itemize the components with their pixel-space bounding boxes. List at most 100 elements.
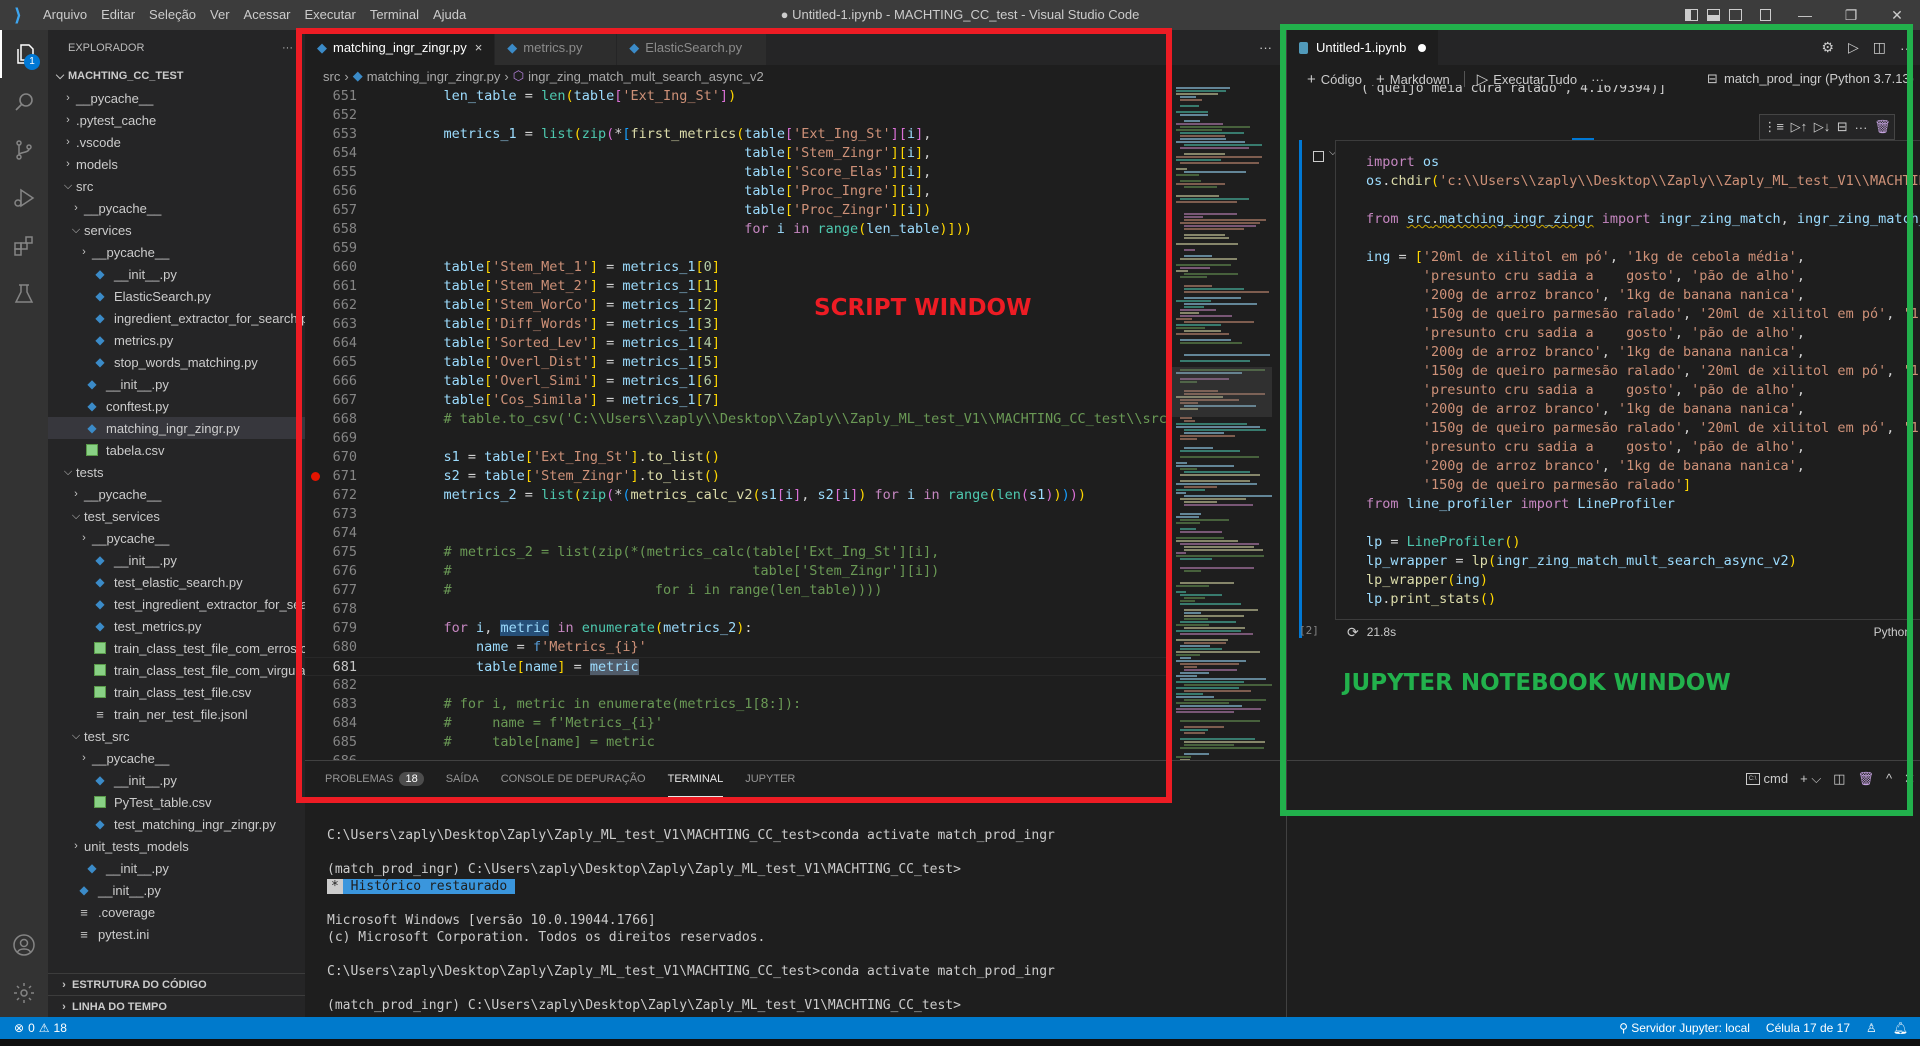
tree-folder[interactable]: ⌵ tests [48, 461, 305, 483]
line-number[interactable]: 655 [305, 163, 357, 182]
code-editor[interactable]: 651 len_table = len(table['Ext_Ing_St'])… [305, 87, 1172, 793]
line-number[interactable]: 659 [305, 239, 357, 258]
more-actions-icon[interactable]: ··· [1900, 40, 1914, 56]
tree-folder[interactable]: ⌵ services [48, 219, 305, 241]
tab-untitled-ipynb[interactable]: Untitled-1.ipynb [1287, 30, 1439, 65]
code-line[interactable]: 684 # name = f'Metrics_{i}' [305, 714, 1172, 733]
line-number[interactable]: 674 [305, 524, 357, 543]
line-number[interactable]: 670 [305, 448, 357, 467]
line-number[interactable]: 651 [305, 87, 357, 106]
tree-folder[interactable]: › __pycache__ [48, 197, 305, 219]
code-line[interactable]: 670 s1 = table['Ext_Ing_St'].to_list() [305, 448, 1172, 467]
tree-folder[interactable]: › .vscode [48, 131, 305, 153]
workspace-root[interactable]: ⌵ MACHTING_CC_TEST [48, 65, 305, 87]
code-line[interactable]: 679 for i, metric in enumerate(metrics_2… [305, 619, 1172, 638]
tree-file[interactable]: train_class_test_file_com_erros.csv [48, 637, 305, 659]
split-editor-icon[interactable]: ◫ [1873, 39, 1886, 56]
line-number[interactable]: 675 [305, 543, 357, 562]
tree-file[interactable]: ◆ test_ingredient_extractor_for_searc... [48, 593, 305, 615]
tree-file[interactable]: ≡ pytest.ini [48, 923, 305, 945]
line-number[interactable]: 680 [305, 638, 357, 657]
tree-folder[interactable]: › __pycache__ [48, 747, 305, 769]
code-line[interactable]: 659 [305, 239, 1172, 258]
tree-file[interactable]: ≡ train_ner_test_file.jsonl [48, 703, 305, 725]
code-line[interactable]: 666 table['Overl_Simi'] = metrics_1[6] [305, 372, 1172, 391]
close-panel-icon[interactable]: ✕ [1904, 771, 1915, 787]
restore-button[interactable]: ❐ [1828, 0, 1874, 30]
code-line[interactable]: 660 table['Stem_Met_1'] = metrics_1[0] [305, 258, 1172, 277]
line-number[interactable]: 656 [305, 182, 357, 201]
code-line[interactable]: 654 table['Stem_Zingr'][i], [305, 144, 1172, 163]
cell-select-checkbox[interactable] [1313, 151, 1324, 162]
tree-file[interactable]: ◆ __init__.py [48, 263, 305, 285]
line-number[interactable]: 652 [305, 106, 357, 125]
tree-file[interactable]: ◆ stop_words_matching.py [48, 351, 305, 373]
panel-tab-output[interactable]: SAÍDA [446, 761, 479, 797]
menu-ver[interactable]: Ver [203, 0, 237, 30]
code-line[interactable]: 683 # for i, metric in enumerate(metrics… [305, 695, 1172, 714]
code-line[interactable]: 675 # metrics_2 = list(zip(*(metrics_cal… [305, 543, 1172, 562]
code-line[interactable]: 656 table['Proc_Ingre'][i], [305, 182, 1172, 201]
breadcrumb-file[interactable]: matching_ingr_zingr.py [367, 69, 501, 84]
source-control-activity[interactable] [0, 126, 48, 174]
line-number[interactable]: 672 [305, 486, 357, 505]
panel-tab-debug-console[interactable]: CONSOLE DE DEPURAÇÃO [501, 761, 646, 797]
menu-terminal[interactable]: Terminal [363, 0, 426, 30]
code-line[interactable]: 665 table['Overl_Dist'] = metrics_1[5] [305, 353, 1172, 372]
tree-file[interactable]: train_class_test_file.csv [48, 681, 305, 703]
breadcrumb-symbol[interactable]: ingr_zing_match_mult_search_async_v2 [528, 69, 764, 84]
delete-cell-icon[interactable]: 🗑 [1874, 119, 1891, 135]
cell-more-icon[interactable]: ··· [1854, 120, 1867, 135]
terminal-shell[interactable]: C:\ cmd [1745, 771, 1788, 786]
line-number[interactable]: 669 [305, 429, 357, 448]
code-line[interactable]: 677 # for i in range(len_table)))) [305, 581, 1172, 600]
line-number[interactable]: 663 [305, 315, 357, 334]
tree-folder[interactable]: › unit_tests_models [48, 835, 305, 857]
tab-elasticsearch[interactable]: ◆ ElasticSearch.py [617, 30, 768, 65]
add-code-cell-button[interactable]: + Código [1307, 71, 1362, 88]
line-number[interactable]: 677 [305, 581, 357, 600]
execute-below-icon[interactable]: ▷↓ [1814, 119, 1831, 135]
code-line[interactable]: 669 [305, 429, 1172, 448]
code-line[interactable]: 651 len_table = len(table['Ext_Ing_St']) [305, 87, 1172, 106]
customize-layout-button[interactable] [1754, 0, 1776, 30]
panel-tab-jupyter[interactable]: JUPYTER [745, 761, 795, 797]
section-timeline[interactable]: › LINHA DO TEMPO [48, 995, 305, 1017]
tree-file[interactable]: ◆ metrics.py [48, 329, 305, 351]
accounts-activity[interactable] [0, 921, 48, 969]
cell-position[interactable]: Célula 17 de 17 [1766, 1021, 1850, 1035]
code-line[interactable]: 682 [305, 676, 1172, 695]
close-tab-icon[interactable]: × [475, 40, 483, 55]
line-number[interactable]: 666 [305, 372, 357, 391]
tree-file[interactable]: ◆ __init__.py [48, 769, 305, 791]
menu-arquivo[interactable]: Arquivo [36, 0, 94, 30]
line-number[interactable]: 678 [305, 600, 357, 619]
line-number[interactable]: 684 [305, 714, 357, 733]
tree-file[interactable]: ◆ __init__.py [48, 857, 305, 879]
line-number[interactable]: 676 [305, 562, 357, 581]
run-debug-activity[interactable] [0, 174, 48, 222]
toggle-primary-sidebar-button[interactable] [1680, 0, 1702, 30]
code-line[interactable]: 657 table['Proc_Zingr'][i]) [305, 201, 1172, 220]
code-line[interactable]: 658 for i in range(len_table)])) [305, 220, 1172, 239]
gear-icon[interactable]: ⚙ [1821, 39, 1834, 56]
toggle-panel-button[interactable] [1702, 0, 1724, 30]
split-cell-icon[interactable]: ⊟ [1837, 119, 1848, 135]
code-line[interactable]: 673 [305, 505, 1172, 524]
code-line[interactable]: 672 metrics_2 = list(zip(*(metrics_calc_… [305, 486, 1172, 505]
line-number[interactable]: 657 [305, 201, 357, 220]
code-line[interactable]: 661 table['Stem_Met_2'] = metrics_1[1] [305, 277, 1172, 296]
problems-status[interactable]: ⊗ 0 ⚠ 18 [0, 1021, 67, 1035]
tree-folder[interactable]: › __pycache__ [48, 483, 305, 505]
line-number[interactable]: 685 [305, 733, 357, 752]
jupyter-server-status[interactable]: ⚲ Servidor Jupyter: local [1619, 1021, 1750, 1035]
tree-folder[interactable]: › .pytest_cache [48, 109, 305, 131]
code-line[interactable]: 663 table['Diff_Words'] = metrics_1[3] [305, 315, 1172, 334]
line-number[interactable]: 679 [305, 619, 357, 638]
line-number[interactable]: 682 [305, 676, 357, 695]
tree-folder[interactable]: ⌵ test_src [48, 725, 305, 747]
line-number[interactable]: 668 [305, 410, 357, 429]
minimize-button[interactable]: — [1782, 0, 1828, 30]
testing-activity[interactable] [0, 270, 48, 318]
line-number[interactable]: 662 [305, 296, 357, 315]
